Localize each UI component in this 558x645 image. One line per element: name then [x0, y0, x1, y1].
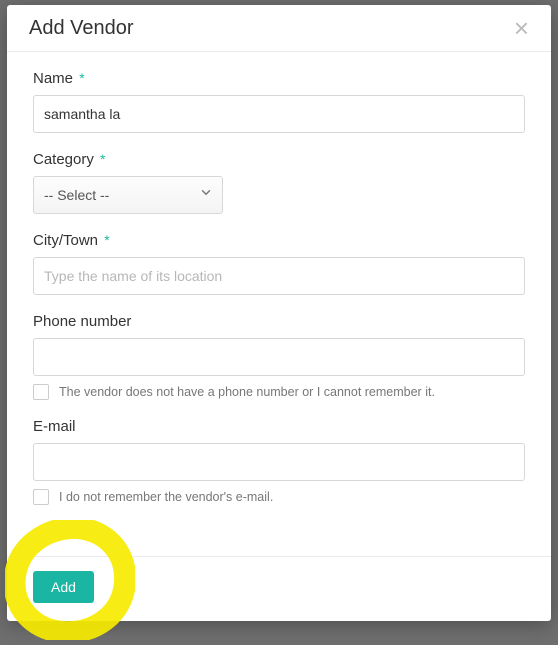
name-input[interactable] [33, 95, 525, 133]
asterisk-icon: * [104, 232, 109, 248]
add-vendor-modal: Add Vendor × Name * Category * -- Select… [7, 5, 551, 621]
city-label: City/Town * [33, 232, 525, 249]
phone-label: Phone number [33, 313, 525, 330]
email-unknown-checkbox[interactable] [33, 489, 49, 505]
field-name: Name * [33, 70, 525, 133]
modal-header: Add Vendor × [7, 5, 551, 52]
modal-body: Name * Category * -- Select -- City/Town… [7, 52, 551, 556]
modal-footer: Add [7, 556, 551, 621]
asterisk-icon: * [79, 70, 84, 86]
category-label: Category * [33, 151, 525, 168]
category-selected[interactable]: -- Select -- [33, 176, 223, 214]
asterisk-icon: * [100, 151, 105, 167]
field-city: City/Town * [33, 232, 525, 295]
phone-no-number-row: The vendor does not have a phone number … [33, 384, 525, 400]
field-phone: Phone number The vendor does not have a … [33, 313, 525, 400]
name-label: Name * [33, 70, 525, 87]
modal-title: Add Vendor [29, 17, 134, 40]
phone-input[interactable] [33, 338, 525, 376]
field-category: Category * -- Select -- [33, 151, 525, 214]
email-input[interactable] [33, 443, 525, 481]
phone-no-number-label: The vendor does not have a phone number … [59, 385, 435, 399]
phone-no-number-checkbox[interactable] [33, 384, 49, 400]
email-unknown-label: I do not remember the vendor's e-mail. [59, 490, 273, 504]
category-select[interactable]: -- Select -- [33, 176, 223, 214]
field-email: E-mail I do not remember the vendor's e-… [33, 418, 525, 505]
close-icon[interactable]: × [510, 15, 533, 41]
email-unknown-row: I do not remember the vendor's e-mail. [33, 489, 525, 505]
email-label: E-mail [33, 418, 525, 435]
city-input[interactable] [33, 257, 525, 295]
add-button[interactable]: Add [33, 571, 94, 603]
